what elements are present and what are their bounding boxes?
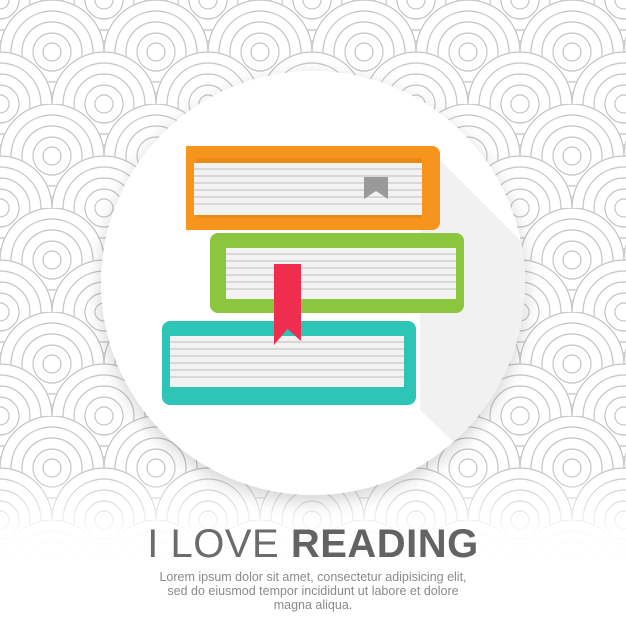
headline-light: I LOVE — [147, 522, 280, 566]
headline-bold: READING — [290, 522, 479, 566]
headline: I LOVE READING — [0, 522, 626, 566]
orange-book — [186, 146, 440, 230]
caption: I LOVE READING Lorem ipsum dolor sit ame… — [0, 522, 626, 612]
green-book — [210, 233, 464, 313]
body-text: Lorem ipsum dolor sit amet, consectetur … — [159, 570, 467, 612]
poster: I LOVE READING Lorem ipsum dolor sit ame… — [0, 0, 626, 626]
teal-book — [162, 321, 416, 405]
